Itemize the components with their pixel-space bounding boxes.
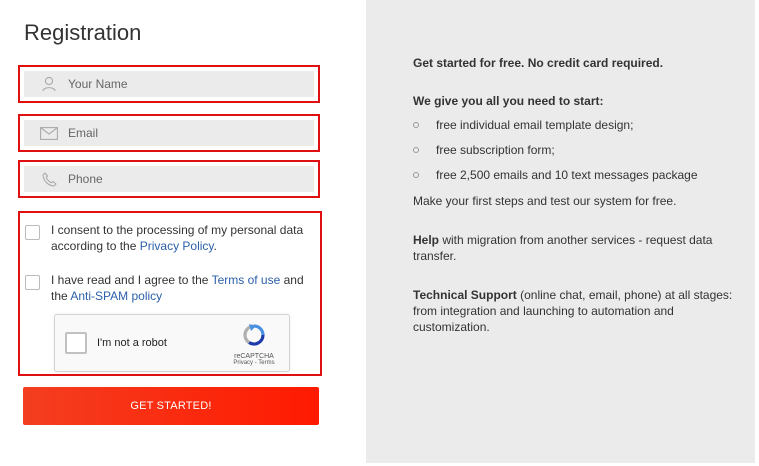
recaptcha-widget: I'm not a robot reCAPTCHA Privacy - Term…: [54, 314, 290, 372]
info-headline-text: Get started for free. No credit card req…: [413, 56, 664, 70]
recaptcha-label: I'm not a robot: [97, 337, 167, 349]
bullet-icon: [413, 122, 419, 128]
consent-terms-checkbox[interactable]: [25, 275, 40, 290]
email-field[interactable]: [24, 120, 314, 146]
consent-terms-text: I have read and I agree to the Terms of …: [51, 272, 319, 304]
name-field[interactable]: [24, 71, 314, 97]
consent-highlight: I consent to the processing of my person…: [18, 211, 322, 376]
phone-field-highlight: [18, 160, 320, 198]
info-support: Technical Support (online chat, email, p…: [413, 287, 733, 335]
recaptcha-terms-link[interactable]: Terms: [258, 360, 274, 366]
recaptcha-logo-icon: [243, 324, 265, 346]
benefit-item: free subscription form;: [413, 143, 555, 157]
bullet-icon: [413, 147, 419, 153]
registration-title: Registration: [24, 20, 142, 45]
user-icon: [40, 75, 58, 93]
phone-icon: [40, 170, 58, 188]
phone-input[interactable]: [68, 172, 288, 186]
info-headline: Get started for free. No credit card req…: [413, 55, 733, 71]
get-started-button[interactable]: GET STARTED!: [23, 387, 319, 425]
benefit-text: free individual email template design;: [436, 118, 634, 132]
name-field-highlight: [18, 65, 320, 103]
benefit-item: free individual email template design;: [413, 118, 633, 132]
phone-field[interactable]: [24, 166, 314, 192]
recaptcha-logo: reCAPTCHA Privacy - Terms: [229, 323, 279, 366]
benefit-item: free 2,500 emails and 10 text messages p…: [413, 168, 698, 182]
consent-privacy-suffix: .: [213, 239, 217, 253]
privacy-policy-link[interactable]: Privacy Policy: [140, 239, 214, 253]
recaptcha-brand: reCAPTCHA: [234, 353, 274, 360]
info-give-heading: We give you all you need to start:: [413, 93, 733, 109]
recaptcha-links: Privacy - Terms: [229, 360, 279, 366]
terms-of-use-link[interactable]: Terms of use: [212, 273, 281, 287]
benefit-text: free subscription form;: [436, 143, 555, 157]
info-first-steps: Make your first steps and test our syste…: [413, 194, 677, 208]
consent-terms-row: I have read and I agree to the Terms of …: [25, 272, 319, 304]
info-panel: Get started for free. No credit card req…: [366, 0, 755, 463]
info-help-text: with migration from another services - r…: [413, 233, 713, 263]
info-help-bold: Help: [413, 233, 440, 247]
consent-terms-label: I have read and I agree to the: [51, 273, 209, 287]
bullet-icon: [413, 172, 419, 178]
consent-privacy-text: I consent to the processing of my person…: [51, 222, 319, 254]
anti-spam-policy-link[interactable]: Anti-SPAM policy: [70, 289, 162, 303]
consent-privacy-row: I consent to the processing of my person…: [25, 222, 319, 254]
envelope-icon: [40, 124, 58, 142]
email-input[interactable]: [68, 126, 288, 140]
recaptcha-privacy-link[interactable]: Privacy: [233, 360, 253, 366]
info-support-bold: Technical Support: [413, 288, 517, 302]
info-give-heading-text: We give you all you need to start:: [413, 94, 604, 108]
email-field-highlight: [18, 114, 320, 152]
info-help: Help with migration from another service…: [413, 232, 733, 264]
benefit-text: free 2,500 emails and 10 text messages p…: [436, 168, 698, 182]
consent-privacy-checkbox[interactable]: [25, 225, 40, 240]
recaptcha-checkbox[interactable]: [65, 332, 87, 354]
name-input[interactable]: [68, 77, 288, 91]
